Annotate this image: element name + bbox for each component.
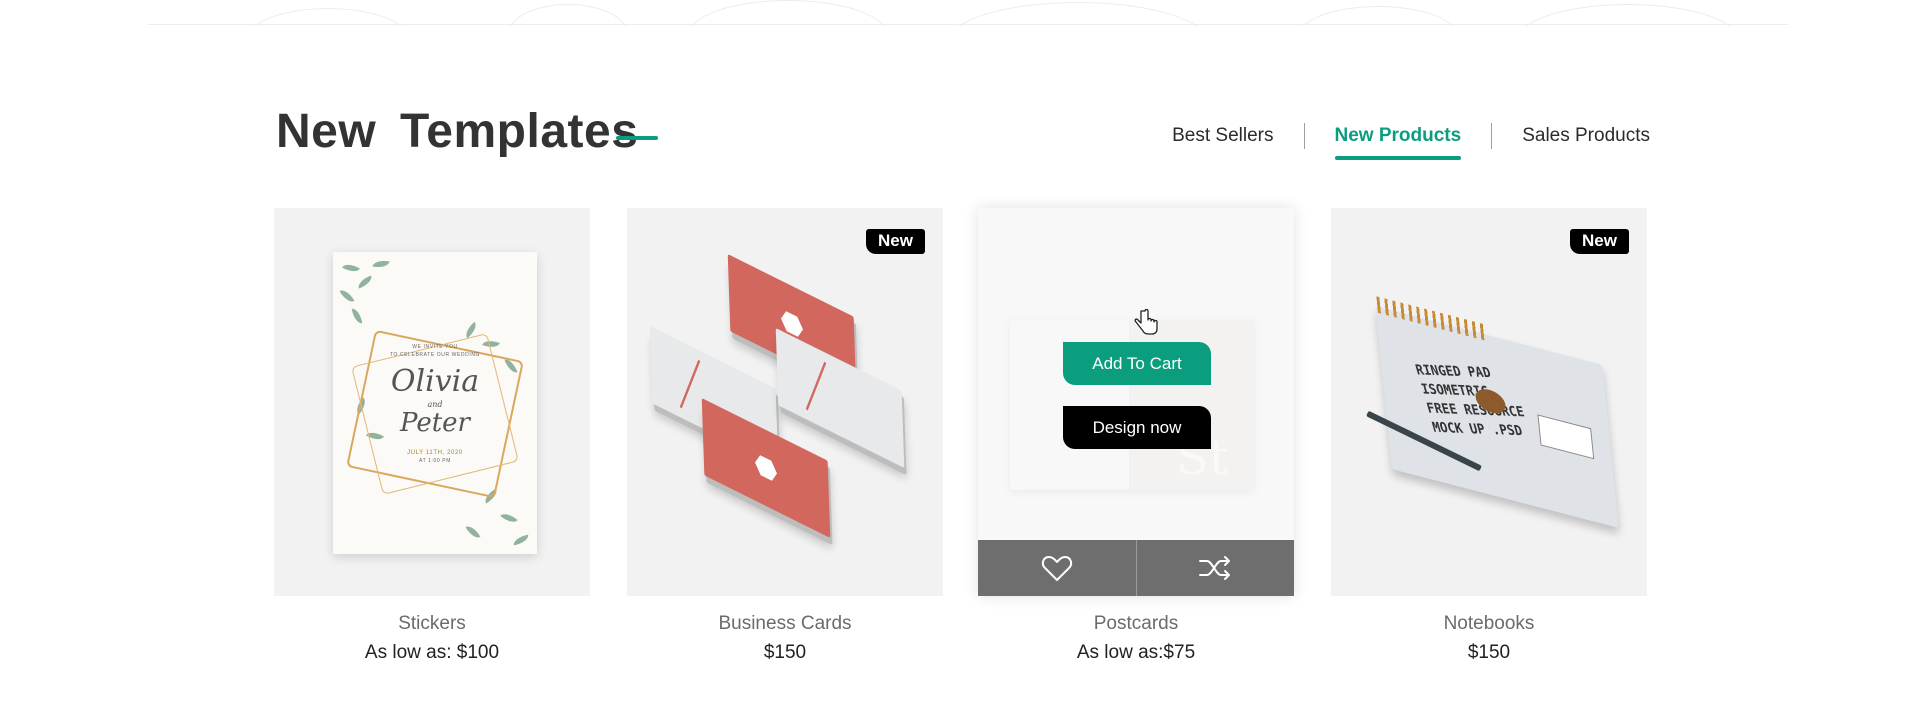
card-action-bar bbox=[978, 540, 1294, 596]
hand-cursor-icon bbox=[1133, 308, 1159, 343]
new-badge: New bbox=[866, 229, 925, 254]
product-tabs: Best Sellers New Products Sales Products bbox=[1142, 122, 1650, 160]
section-header: New Templates Best Sellers New Products … bbox=[274, 100, 1650, 164]
product-card-notebooks[interactable]: RINGED PAD ISOMETRIC FREE RESOURCE MOCK … bbox=[1331, 208, 1647, 664]
product-price: As low as:$75 bbox=[1076, 642, 1196, 663]
hover-overlay bbox=[978, 208, 1294, 596]
tab-sales-products[interactable]: Sales Products bbox=[1492, 122, 1650, 150]
product-image[interactable]: St Add To Cart Design now bbox=[978, 208, 1294, 596]
heart-icon bbox=[1041, 556, 1072, 581]
product-name[interactable]: Stickers bbox=[274, 613, 590, 635]
wedding-invitation-image: WE INVITE YOU TO CELEBRATE OUR WEDDING O… bbox=[333, 252, 537, 554]
product-image[interactable]: WE INVITE YOU TO CELEBRATE OUR WEDDING O… bbox=[274, 208, 590, 596]
product-name[interactable]: Business Cards bbox=[627, 613, 943, 635]
shuffle-icon bbox=[1199, 556, 1231, 580]
add-to-cart-button[interactable]: Add To Cart bbox=[1063, 342, 1211, 385]
new-templates-section: New Templates Best Sellers New Products … bbox=[274, 100, 1650, 663]
product-price: As low as: $100 bbox=[364, 642, 500, 663]
compare-button[interactable] bbox=[1137, 540, 1295, 596]
product-image[interactable]: RINGED PAD ISOMETRIC FREE RESOURCE MOCK … bbox=[1331, 208, 1647, 596]
product-image[interactable]: New bbox=[627, 208, 943, 596]
product-name[interactable]: Notebooks bbox=[1331, 613, 1647, 635]
tab-new-products[interactable]: New Products bbox=[1305, 122, 1492, 160]
section-title: New Templates bbox=[276, 105, 639, 158]
product-name[interactable]: Postcards bbox=[978, 613, 1294, 635]
product-price: $150 bbox=[1467, 642, 1511, 663]
product-card-postcards[interactable]: St Add To Cart Design now Postcards As l… bbox=[978, 208, 1294, 664]
top-decoration bbox=[148, 0, 1788, 26]
product-price: $150 bbox=[763, 642, 807, 663]
product-card-stickers[interactable]: WE INVITE YOU TO CELEBRATE OUR WEDDING O… bbox=[274, 208, 590, 664]
notebook-image: RINGED PAD ISOMETRIC FREE RESOURCE MOCK … bbox=[1375, 296, 1619, 528]
title-accent-bar bbox=[616, 136, 658, 140]
wishlist-button[interactable] bbox=[978, 540, 1137, 596]
tab-best-sellers[interactable]: Best Sellers bbox=[1142, 122, 1303, 150]
new-badge: New bbox=[1570, 229, 1629, 254]
product-card-business-cards[interactable]: New Business Cards $150 bbox=[627, 208, 943, 664]
design-now-button[interactable]: Design now bbox=[1063, 406, 1211, 449]
